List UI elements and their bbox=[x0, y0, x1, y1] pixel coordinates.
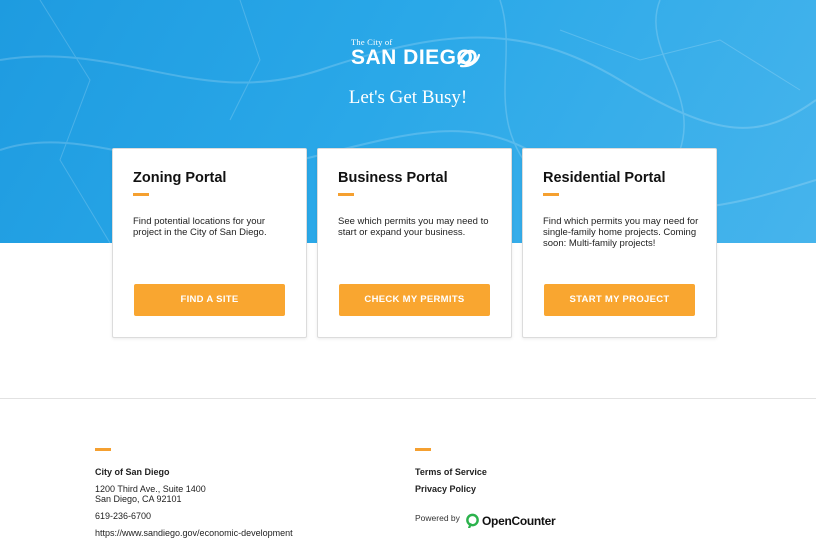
footer-website-link[interactable]: https://www.sandiego.gov/economic-develo… bbox=[95, 528, 293, 538]
page-title: Let's Get Busy! bbox=[348, 87, 468, 108]
terms-of-service-link[interactable]: Terms of Service bbox=[415, 467, 487, 477]
opencounter-icon bbox=[466, 513, 479, 528]
footer-org-name: City of San Diego bbox=[95, 467, 170, 477]
footer-address-line1: 1200 Third Ave., Suite 1400 bbox=[95, 484, 206, 494]
card-description: Find potential locations for your projec… bbox=[133, 216, 267, 238]
business-portal-card: Business Portal See which permits you ma… bbox=[317, 148, 512, 338]
check-my-permits-button[interactable]: CHECK MY PERMITS bbox=[339, 284, 490, 316]
card-description: See which permits you may need to start … bbox=[338, 216, 489, 238]
city-logo[interactable]: The City of SAN DIEGO bbox=[351, 37, 481, 77]
footer-accent-rule bbox=[95, 448, 111, 451]
powered-by-label: Powered by bbox=[415, 513, 460, 523]
opencounter-brand-text: OpenCounter bbox=[482, 514, 556, 528]
accent-rule bbox=[338, 193, 354, 196]
privacy-policy-link[interactable]: Privacy Policy bbox=[415, 484, 476, 494]
footer-phone: 619-236-6700 bbox=[95, 511, 152, 521]
start-my-project-button[interactable]: START MY PROJECT bbox=[544, 284, 695, 316]
footer-divider bbox=[0, 398, 816, 399]
card-title: Business Portal bbox=[338, 170, 448, 186]
card-title: Residential Portal bbox=[543, 170, 666, 186]
wave-icon bbox=[457, 49, 481, 68]
accent-rule bbox=[543, 193, 559, 196]
footer-address-line2: San Diego, CA 92101 bbox=[95, 494, 182, 504]
card-description: Find which permits you may need for sing… bbox=[543, 216, 699, 249]
footer-accent-rule bbox=[415, 448, 431, 451]
accent-rule bbox=[133, 193, 149, 196]
find-a-site-button[interactable]: FIND A SITE bbox=[134, 284, 285, 316]
zoning-portal-card: Zoning Portal Find potential locations f… bbox=[112, 148, 307, 338]
residential-portal-card: Residential Portal Find which permits yo… bbox=[522, 148, 717, 338]
card-title: Zoning Portal bbox=[133, 170, 227, 186]
